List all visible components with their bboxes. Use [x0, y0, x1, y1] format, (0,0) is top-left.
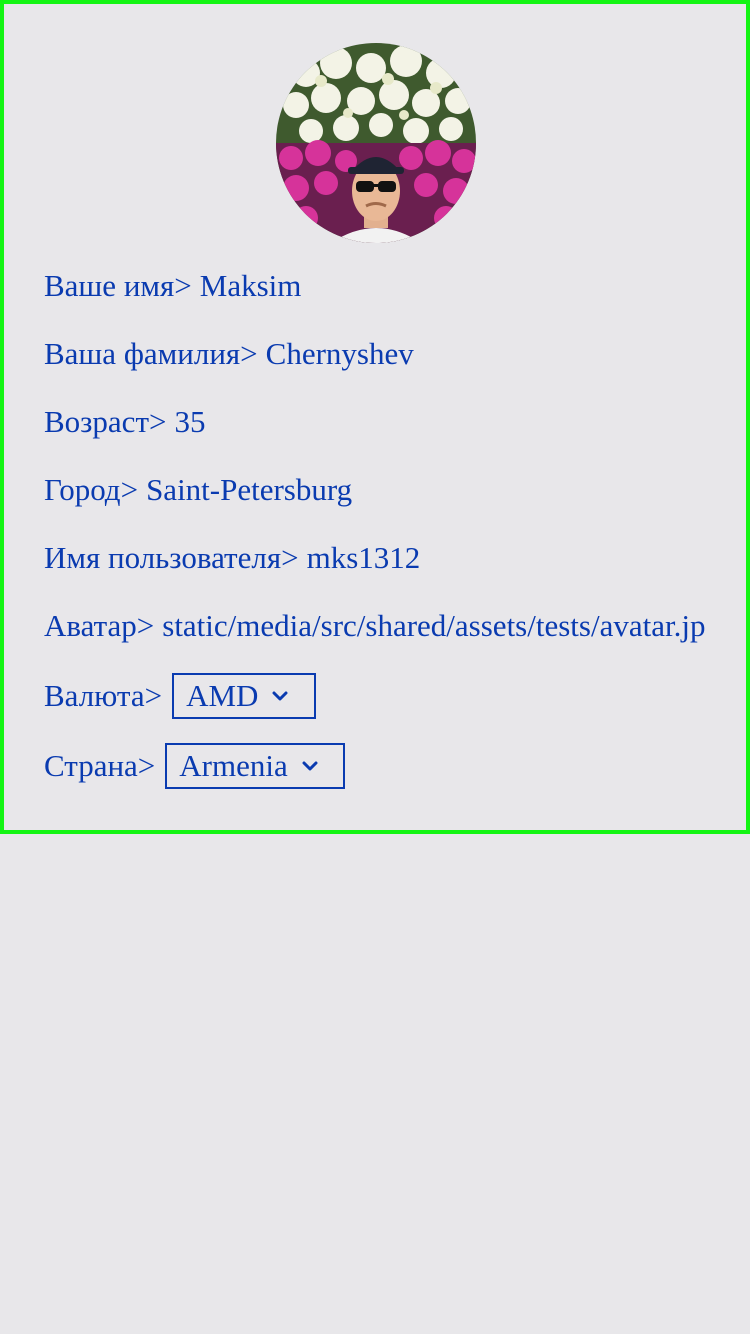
- currency-select[interactable]: AMD: [172, 673, 317, 719]
- age-label: Возраст>: [44, 404, 167, 439]
- age-value: 35: [174, 404, 206, 439]
- avatar-path-row: Аватар> static/media/src/shared/assets/te…: [44, 606, 706, 646]
- city-row: Город> Saint-Petersburg: [44, 470, 352, 510]
- first-name-row: Ваше имя> Maksim: [44, 266, 301, 306]
- last-name-value: Chernyshev: [265, 336, 414, 371]
- profile-card: Ваше имя> Maksim Ваша фамилия> Chernyshev …: [0, 0, 750, 834]
- currency-row: Валюта> AMD: [44, 671, 317, 721]
- currency-label: Валюта>: [44, 678, 163, 713]
- username-row: Имя пользователя> mks1312: [44, 538, 420, 578]
- country-selected-value: Armenia: [179, 748, 288, 783]
- first-name-label: Ваше имя>: [44, 268, 192, 303]
- chevron-down-icon: [272, 691, 288, 701]
- avatar-path-label: Аватар>: [44, 608, 155, 643]
- avatar-path-value: static/media/src/shared/assets/tests/ava…: [162, 608, 706, 643]
- username-value: mks1312: [306, 540, 421, 575]
- avatar-image: [276, 43, 476, 243]
- city-label: Город>: [44, 472, 139, 507]
- currency-selected-value: AMD: [186, 678, 259, 713]
- chevron-down-icon: [302, 761, 318, 771]
- first-name-value: Maksim: [199, 268, 302, 303]
- age-row: Возраст> 35: [44, 402, 205, 442]
- avatar: [276, 43, 476, 243]
- last-name-row: Ваша фамилия> Chernyshev: [44, 334, 414, 374]
- last-name-label: Ваша фамилия>: [44, 336, 258, 371]
- city-value: Saint-Petersburg: [146, 472, 353, 507]
- country-row: Страна> Armenia: [44, 741, 346, 791]
- country-select[interactable]: Armenia: [165, 743, 346, 789]
- country-label: Страна>: [44, 748, 156, 783]
- username-label: Имя пользователя>: [44, 540, 299, 575]
